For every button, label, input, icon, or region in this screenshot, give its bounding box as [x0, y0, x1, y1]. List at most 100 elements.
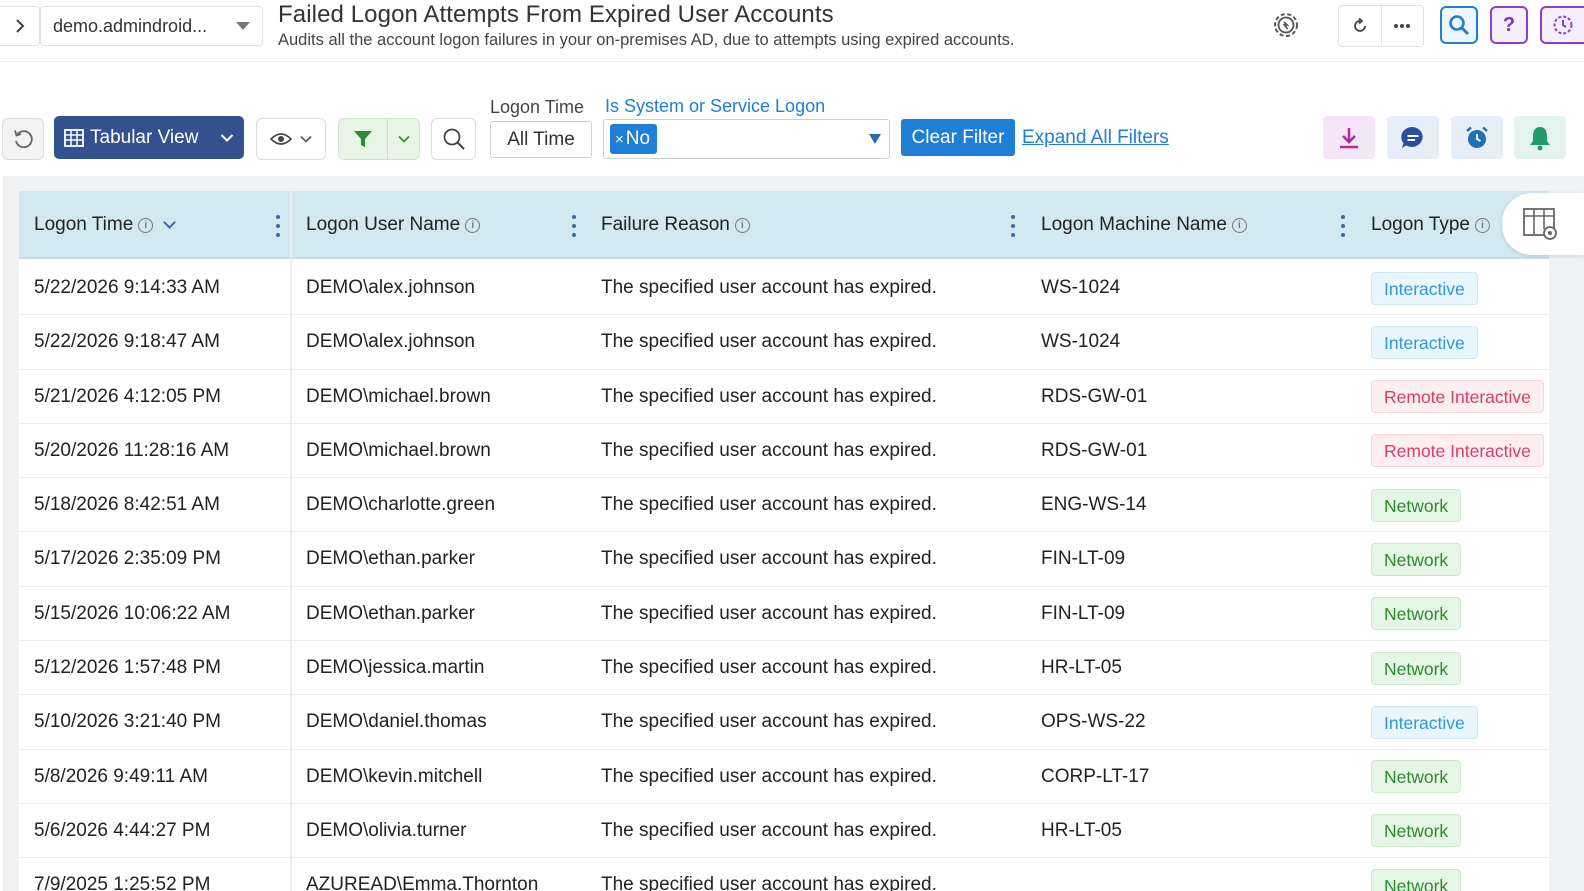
- clear-filter-button[interactable]: Clear Filter: [901, 119, 1015, 156]
- cell-failure-reason: The specified user account has expired.: [601, 385, 937, 407]
- column-menu-icon[interactable]: [1340, 215, 1346, 237]
- share-button[interactable]: [1387, 116, 1439, 159]
- column-menu-icon[interactable]: [275, 215, 281, 237]
- system-logon-filter-label[interactable]: Is System or Service Logon: [605, 96, 825, 117]
- cell-failure-reason: The specified user account has expired.: [601, 331, 937, 353]
- cell-logon-type: Interactive: [1371, 315, 1478, 369]
- bell-icon: [1530, 126, 1550, 150]
- cell-failure-reason: The specified user account has expired.: [601, 602, 937, 624]
- help-button[interactable]: ?: [1490, 6, 1528, 44]
- sort-down-icon[interactable]: [163, 216, 177, 229]
- table-row[interactable]: 5/6/2026 4:44:27 PM DEMO\olivia.turner The…: [19, 804, 1549, 859]
- logon-time-filter[interactable]: All Time: [490, 121, 592, 158]
- cell-logon-time: 5/10/2026 3:21:40 PM: [34, 711, 221, 733]
- filter-chip-no[interactable]: × No: [610, 124, 658, 154]
- column-visibility-button[interactable]: [256, 118, 326, 160]
- cell-logon-user-name: DEMO\michael.brown: [306, 439, 491, 461]
- view-selector-button[interactable]: Tabular View: [54, 116, 244, 159]
- info-icon[interactable]: i: [465, 217, 481, 233]
- global-search-button[interactable]: [1440, 6, 1478, 44]
- column-header-logon-user-name[interactable]: Logon User Name i: [306, 191, 481, 259]
- column-menu-icon[interactable]: [1010, 215, 1016, 237]
- nav-expand-button[interactable]: [0, 6, 40, 46]
- reset-button[interactable]: [2, 118, 44, 160]
- cell-logon-machine-name: ENG-WS-14: [1041, 494, 1147, 516]
- table-row[interactable]: 5/15/2026 10:06:22 AM DEMO\ethan.parker Th…: [19, 587, 1549, 642]
- page-subtitle: Audits all the account logon failures in…: [278, 31, 1015, 49]
- cell-logon-time: 5/18/2026 8:42:51 AM: [34, 494, 220, 516]
- table-row[interactable]: 5/22/2026 9:18:47 AM DEMO\alex.johnson The…: [19, 315, 1549, 370]
- column-title: Logon User Name: [306, 214, 461, 235]
- cell-logon-type: Network: [1371, 641, 1462, 695]
- cell-logon-type: Network: [1371, 587, 1462, 641]
- cell-logon-user-name: DEMO\kevin.mitchell: [306, 765, 483, 787]
- table-row[interactable]: 7/9/2025 1:25:52 PM AZUREAD\Emma.Thornton…: [19, 858, 1549, 891]
- cell-logon-machine-name: WS-1024: [1041, 331, 1121, 353]
- filter-dropdown[interactable]: [387, 119, 419, 159]
- cell-logon-time: 5/6/2026 4:44:27 PM: [34, 819, 211, 841]
- table-row[interactable]: 5/20/2026 11:28:16 AM DEMO\michael.brown T…: [19, 424, 1549, 479]
- cell-failure-reason: The specified user account has expired.: [601, 711, 937, 733]
- activity-button[interactable]: [1540, 6, 1584, 44]
- column-title: Logon Machine Name: [1041, 214, 1227, 235]
- schedule-button[interactable]: [1451, 116, 1503, 159]
- cell-failure-reason: The specified user account has expired.: [601, 819, 937, 841]
- table-search-button[interactable]: [431, 118, 476, 160]
- info-icon[interactable]: i: [1474, 217, 1490, 233]
- gear-bulb-icon: [1274, 13, 1298, 37]
- info-icon[interactable]: i: [734, 217, 750, 233]
- filter-toggle[interactable]: [339, 119, 387, 159]
- report-table-container: Logon Time i Logon User Name i Failure R…: [3, 176, 1584, 891]
- cell-logon-type: Network: [1371, 750, 1462, 804]
- cell-logon-time: 5/20/2026 11:28:16 AM: [34, 439, 230, 461]
- table-row[interactable]: 5/22/2026 9:14:33 AM DEMO\alex.johnson The…: [19, 261, 1549, 316]
- chevron-down-icon: [220, 133, 234, 142]
- info-icon[interactable]: i: [138, 217, 154, 233]
- logon-type-badge: Network: [1371, 542, 1462, 576]
- cell-logon-user-name: DEMO\alex.johnson: [306, 277, 475, 298]
- info-icon[interactable]: i: [1231, 217, 1247, 233]
- column-title: Logon Type: [1371, 214, 1470, 235]
- table-row[interactable]: 5/10/2026 3:21:40 PM DEMO\daniel.thomas Th…: [19, 695, 1549, 750]
- report-settings-button[interactable]: [1266, 5, 1306, 45]
- column-settings-button[interactable]: [1502, 193, 1584, 255]
- top-header: demo.admindroid... Failed Logon Attempts…: [0, 0, 1584, 62]
- close-icon[interactable]: ×: [615, 131, 624, 148]
- cell-logon-time: 5/22/2026 9:18:47 AM: [34, 331, 220, 353]
- logon-type-badge: Network: [1371, 868, 1462, 891]
- caret-down-icon[interactable]: [869, 134, 881, 144]
- cell-failure-reason: The specified user account has expired.: [601, 494, 937, 516]
- cell-failure-reason: The specified user account has expired.: [601, 439, 937, 461]
- column-header-logon-type[interactable]: Logon Type i: [1371, 191, 1490, 259]
- system-logon-filter[interactable]: × No: [603, 119, 890, 159]
- table-row[interactable]: 5/21/2026 4:12:05 PM DEMO\michael.brown Th…: [19, 370, 1549, 424]
- alert-button[interactable]: [1514, 116, 1566, 159]
- cell-logon-user-name: DEMO\michael.brown: [306, 385, 491, 407]
- export-button[interactable]: [1323, 116, 1375, 159]
- refresh-icon: [1353, 18, 1366, 32]
- logon-type-badge: Network: [1371, 814, 1462, 848]
- table-icon: [64, 128, 84, 147]
- cell-logon-machine-name: HR-LT-05: [1041, 819, 1122, 841]
- expand-all-filters-link[interactable]: Expand All Filters: [1022, 127, 1169, 149]
- column-header-logon-machine-name[interactable]: Logon Machine Name i: [1041, 191, 1247, 259]
- cell-logon-type: Interactive: [1371, 695, 1478, 749]
- table-row[interactable]: 5/12/2026 1:57:48 PM DEMO\jessica.martin T…: [19, 641, 1549, 696]
- refresh-button[interactable]: [1339, 6, 1381, 46]
- domain-select[interactable]: demo.admindroid...: [40, 6, 263, 46]
- logon-type-badge: Network: [1371, 488, 1462, 522]
- more-button[interactable]: [1380, 6, 1424, 46]
- chevron-down-icon: [300, 135, 312, 143]
- table-row[interactable]: 5/8/2026 9:49:11 AM DEMO\kevin.mitchell Th…: [19, 750, 1549, 804]
- column-menu-icon[interactable]: [571, 215, 577, 237]
- search-icon: [443, 128, 465, 150]
- logon-type-badge: Network: [1371, 760, 1462, 794]
- filter-button[interactable]: [338, 118, 420, 160]
- table-row[interactable]: 5/18/2026 8:42:51 AM DEMO\charlotte.green…: [19, 478, 1549, 533]
- column-header-logon-time[interactable]: Logon Time i: [34, 191, 177, 259]
- filter-chip-label: No: [625, 128, 651, 149]
- column-header-failure-reason[interactable]: Failure Reason i: [601, 191, 750, 259]
- logon-type-badge: Remote Interactive: [1371, 380, 1544, 414]
- table-row[interactable]: 5/17/2026 2:35:09 PM DEMO\ethan.parker The…: [19, 532, 1549, 587]
- cell-logon-user-name: DEMO\alex.johnson: [306, 331, 475, 353]
